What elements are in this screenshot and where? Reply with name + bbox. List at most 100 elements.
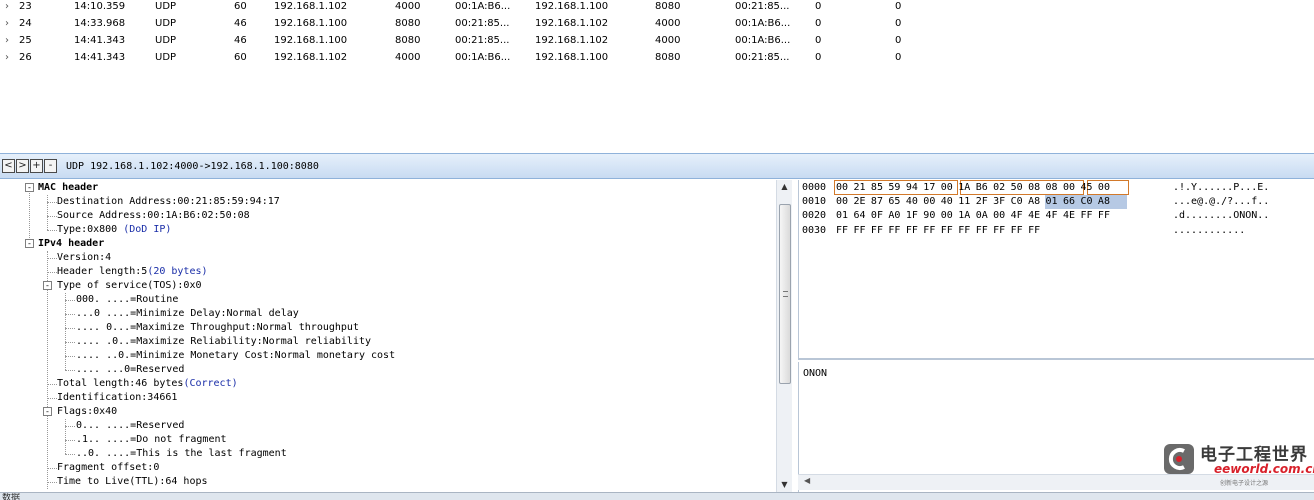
tree-branch-line bbox=[65, 314, 75, 315]
packet-cell-c2: 0 bbox=[895, 35, 902, 46]
tree-branch-line bbox=[65, 356, 75, 357]
packet-cell-c1: 0 bbox=[815, 1, 822, 12]
packet-cell-dst: 192.168.1.100 bbox=[535, 52, 609, 63]
hex-bytes[interactable]: FF FF FF FF FF FF FF FF FF FF FF FF bbox=[836, 224, 1040, 238]
scroll-up-icon[interactable]: ▲ bbox=[777, 180, 792, 194]
back-button[interactable]: < bbox=[2, 159, 15, 173]
packet-cell-time: 14:41.343 bbox=[74, 52, 126, 63]
tree-branch-line bbox=[47, 230, 57, 231]
packet-cell-time: 14:41.343 bbox=[74, 35, 126, 46]
packet-cell-dst: 192.168.1.102 bbox=[535, 35, 609, 46]
packet-cell-c1: 0 bbox=[815, 52, 822, 63]
packet-row[interactable]: › 24 14:33.968 UDP 46 192.168.1.100 8080 00:21:… bbox=[0, 17, 1314, 34]
row-expand-icon[interactable]: › bbox=[5, 34, 9, 48]
tree-node-label: Fragment offset:0 bbox=[57, 462, 160, 473]
collapse-icon[interactable]: - bbox=[25, 183, 34, 192]
hex-offset: 0030 bbox=[802, 224, 827, 236]
tree-node[interactable]: Type:0x800 (DoD IP) bbox=[57, 223, 171, 237]
tree-branch-line bbox=[65, 426, 75, 427]
tree-node-label: Time to Live(TTL):64 hops bbox=[57, 476, 208, 487]
collapse-all-button[interactable]: - bbox=[44, 159, 57, 173]
tree-node[interactable]: Total length:46 bytes(Correct) bbox=[57, 377, 238, 391]
tree-node[interactable]: Fragment offset:0 bbox=[57, 461, 159, 475]
tree-node-label: .... ..0.=Minimize Monetary Cost:Normal … bbox=[76, 350, 396, 361]
tree-node-annotation: (Correct) bbox=[183, 378, 238, 389]
packet-cell-smac: 00:21:85... bbox=[455, 18, 510, 29]
packet-summary-title: UDP 192.168.1.102:4000->192.168.1.100:80… bbox=[66, 161, 319, 172]
tree-node-label: MAC header bbox=[38, 182, 99, 193]
tree-node[interactable]: ...0 ....=Minimize Delay:Normal delay bbox=[76, 307, 299, 321]
tree-node[interactable]: 000. ....=Routine bbox=[76, 293, 178, 307]
packet-row[interactable]: › 25 14:41.343 UDP 46 192.168.1.100 8080 00:21:… bbox=[0, 34, 1314, 51]
tree-node[interactable]: 0... ....=Reserved bbox=[76, 419, 184, 433]
tree-branch-line bbox=[65, 440, 75, 441]
tree-node-label: IPv4 header bbox=[38, 238, 105, 249]
tree-node[interactable]: .... .0..=Maximize Reliability:Normal re… bbox=[76, 335, 371, 349]
hex-ascii[interactable]: ...e@.@./?...f.. bbox=[1173, 195, 1269, 209]
packet-list[interactable]: › 23 14:10.359 UDP 60 192.168.1.102 4000 00:1A:… bbox=[0, 0, 1314, 153]
row-expand-icon[interactable]: › bbox=[5, 51, 9, 65]
packet-cell-proto: UDP bbox=[155, 1, 177, 12]
expand-all-button[interactable]: + bbox=[30, 159, 43, 173]
packet-cell-len: 46 bbox=[234, 18, 247, 29]
scroll-left-icon[interactable]: ◀ bbox=[804, 476, 810, 485]
packet-cell-smac: 00:1A:B6... bbox=[455, 1, 511, 12]
tree-node[interactable]: MAC header bbox=[38, 181, 98, 195]
packet-cell-time: 14:33.968 bbox=[74, 18, 126, 29]
tree-node-label: Header length:5 bbox=[57, 266, 148, 277]
tree-branch-line bbox=[65, 454, 75, 455]
hex-bytes[interactable]: 00 2E 87 65 40 00 40 11 2F 3F C0 A8 01 6… bbox=[836, 195, 1110, 209]
tree-branch-line bbox=[47, 216, 57, 217]
tree-node[interactable]: Version:4 bbox=[57, 251, 111, 265]
packet-cell-time: 14:10.359 bbox=[74, 1, 126, 12]
packet-cell-dport: 8080 bbox=[655, 1, 681, 12]
packet-row[interactable]: › 26 14:41.343 UDP 60 192.168.1.102 4000 00:1A:… bbox=[0, 51, 1314, 68]
scroll-thumb[interactable] bbox=[779, 204, 791, 384]
hex-bytes[interactable]: 00 21 85 59 94 17 00 1A B6 02 50 08 08 0… bbox=[836, 181, 1110, 195]
tree-guide-line bbox=[29, 188, 30, 244]
tree-node[interactable]: ..0. ....=This is the last fragment bbox=[76, 447, 287, 461]
tree-guide-line bbox=[65, 419, 66, 454]
tree-node[interactable]: Header length:5(20 bytes) bbox=[57, 265, 208, 279]
hex-view-pane[interactable]: 0000 00 21 85 59 94 17 00 1A B6 02 50 08 … bbox=[798, 180, 1314, 360]
tree-node[interactable]: .1.. ....=Do not fragment bbox=[76, 433, 227, 447]
status-bar: 数据 bbox=[0, 492, 1314, 500]
tree-branch-line bbox=[65, 342, 75, 343]
watermark: 电子工程世界 eeworld.com.cn 创新电子设计之源 bbox=[1162, 440, 1314, 488]
tree-branch-line bbox=[47, 272, 57, 273]
packet-cell-src: 192.168.1.100 bbox=[274, 18, 348, 29]
tree-node-label: ...0 ....=Minimize Delay:Normal delay bbox=[76, 308, 299, 319]
packet-cell-smac: 00:21:85... bbox=[455, 35, 510, 46]
hex-ascii[interactable]: .!.Y......P...E. bbox=[1173, 181, 1269, 195]
tree-node[interactable]: .... ..0.=Minimize Monetary Cost:Normal … bbox=[76, 349, 395, 363]
packet-cell-src: 192.168.1.100 bbox=[274, 35, 348, 46]
hex-ascii[interactable]: .d........ONON.. bbox=[1173, 209, 1269, 223]
scroll-down-icon[interactable]: ▼ bbox=[777, 478, 792, 492]
tree-node[interactable]: Type of service(TOS):0x0 bbox=[57, 279, 202, 293]
tree-node[interactable]: Time to Live(TTL):64 hops bbox=[57, 475, 208, 489]
tree-node-annotation: (20 bytes) bbox=[147, 266, 208, 277]
forward-button[interactable]: > bbox=[16, 159, 29, 173]
packet-cell-proto: UDP bbox=[155, 18, 177, 29]
packet-row[interactable]: › 23 14:10.359 UDP 60 192.168.1.102 4000 00:1A:… bbox=[0, 0, 1314, 17]
tree-branch-line bbox=[65, 328, 75, 329]
row-expand-icon[interactable]: › bbox=[5, 0, 9, 14]
tree-node[interactable]: Flags:0x40 bbox=[57, 405, 117, 419]
collapse-icon[interactable]: - bbox=[25, 239, 34, 248]
row-expand-icon[interactable]: › bbox=[5, 17, 9, 31]
decode-tree-pane[interactable]: - MAC header Destination Address:00:21:85:… bbox=[0, 180, 792, 492]
packet-cell-len: 46 bbox=[234, 35, 247, 46]
tree-node[interactable]: Source Address:00:1A:B6:02:50:08 bbox=[57, 209, 250, 223]
packet-cell-smac: 00:1A:B6... bbox=[455, 52, 511, 63]
tree-node[interactable]: IPv4 header bbox=[38, 237, 104, 251]
tree-node[interactable]: .... 0...=Maximize Throughput:Normal thr… bbox=[76, 321, 359, 335]
tree-node-label: 000. ....=Routine bbox=[76, 294, 179, 305]
tree-node[interactable]: .... ...0=Reserved bbox=[76, 363, 184, 377]
tree-node[interactable]: Identification:34661 bbox=[57, 391, 177, 405]
collapse-icon[interactable]: - bbox=[43, 281, 52, 290]
tree-scrollbar[interactable]: ▲ ▼ bbox=[776, 180, 792, 492]
hex-bytes[interactable]: 01 64 0F A0 1F 90 00 1A 0A 00 4F 4E 4F 4… bbox=[836, 209, 1110, 223]
hex-ascii[interactable]: ............ bbox=[1173, 224, 1245, 238]
tree-node[interactable]: Destination Address:00:21:85:59:94:17 bbox=[57, 195, 280, 209]
collapse-icon[interactable]: - bbox=[43, 407, 52, 416]
